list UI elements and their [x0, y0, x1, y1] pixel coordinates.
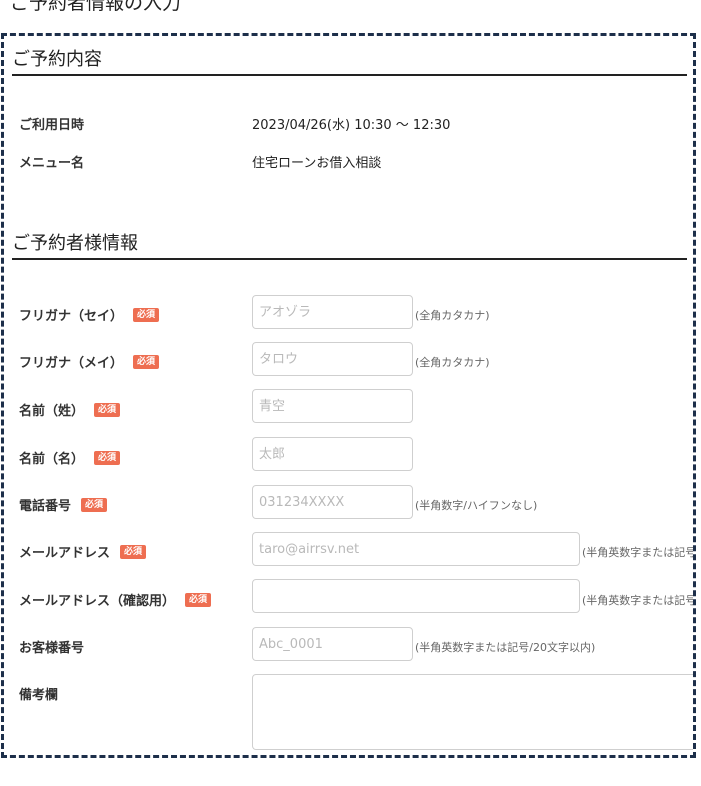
- label-menu-name: メニュー名: [19, 156, 85, 171]
- required-badge: 必須: [94, 450, 121, 465]
- email-confirm-input[interactable]: [252, 579, 580, 613]
- field-label: フリガナ（メイ）: [19, 356, 124, 371]
- required-badge: 必須: [94, 402, 121, 417]
- phone-input[interactable]: [252, 485, 413, 519]
- field-label: 名前（名）: [19, 452, 85, 467]
- label-customer-number: お客様番号: [19, 637, 84, 656]
- field-label: 名前（姓）: [19, 404, 85, 419]
- page-heading: ご予約者情報の入力: [10, 0, 182, 14]
- label-email-confirm: メールアドレス（確認用） 必須: [19, 590, 212, 609]
- label-usage-datetime: ご利用日時: [19, 118, 85, 133]
- section-title-reservation: ご予約内容: [12, 49, 102, 70]
- hint-phone: (半角数字/ハイフンなし): [415, 499, 538, 512]
- required-badge: 必須: [81, 497, 108, 512]
- hint-email-confirm: (半角英数字または記号: [582, 594, 696, 607]
- notes-textarea[interactable]: [252, 674, 693, 750]
- label-furigana-mei: フリガナ（メイ） 必須: [19, 352, 160, 371]
- field-label: メールアドレス: [19, 546, 111, 561]
- section-title-customer: ご予約者様情報: [12, 233, 138, 254]
- hint-furigana-sei: (全角カタカナ): [415, 309, 490, 322]
- label-email: メールアドレス 必須: [19, 542, 147, 561]
- field-label: 電話番号: [19, 499, 72, 514]
- label-last-name: 名前（姓） 必須: [19, 400, 121, 419]
- label-notes: 備考欄: [19, 684, 58, 703]
- field-label: お客様番号: [19, 641, 85, 656]
- hint-email: (半角英数字または記号: [582, 546, 696, 559]
- furigana-sei-input[interactable]: [252, 295, 413, 329]
- value-menu-name: 住宅ローンお借入相談: [252, 156, 382, 171]
- email-input[interactable]: [252, 532, 580, 566]
- label-first-name: 名前（名） 必須: [19, 448, 121, 467]
- value-usage-datetime: 2023/04/26(水) 10:30 〜 12:30: [252, 118, 451, 133]
- section-divider: [12, 258, 687, 260]
- field-label: フリガナ（セイ）: [19, 309, 124, 324]
- reservation-form-frame: ご予約内容 ご利用日時 2023/04/26(水) 10:30 〜 12:30 …: [1, 33, 696, 758]
- required-badge: 必須: [120, 544, 147, 559]
- label-furigana-sei: フリガナ（セイ） 必須: [19, 305, 160, 324]
- hint-furigana-mei: (全角カタカナ): [415, 356, 490, 369]
- hint-customer-number: (半角英数字または記号/20文字以内): [415, 641, 596, 654]
- field-label: メールアドレス（確認用）: [19, 594, 176, 609]
- label-phone: 電話番号 必須: [19, 495, 108, 514]
- first-name-input[interactable]: [252, 437, 413, 471]
- customer-number-input[interactable]: [252, 627, 413, 661]
- required-badge: 必須: [133, 307, 160, 322]
- required-badge: 必須: [185, 592, 212, 607]
- last-name-input[interactable]: [252, 389, 413, 423]
- furigana-mei-input[interactable]: [252, 342, 413, 376]
- section-divider: [12, 74, 687, 76]
- required-badge: 必須: [133, 354, 160, 369]
- field-label: 備考欄: [19, 688, 59, 703]
